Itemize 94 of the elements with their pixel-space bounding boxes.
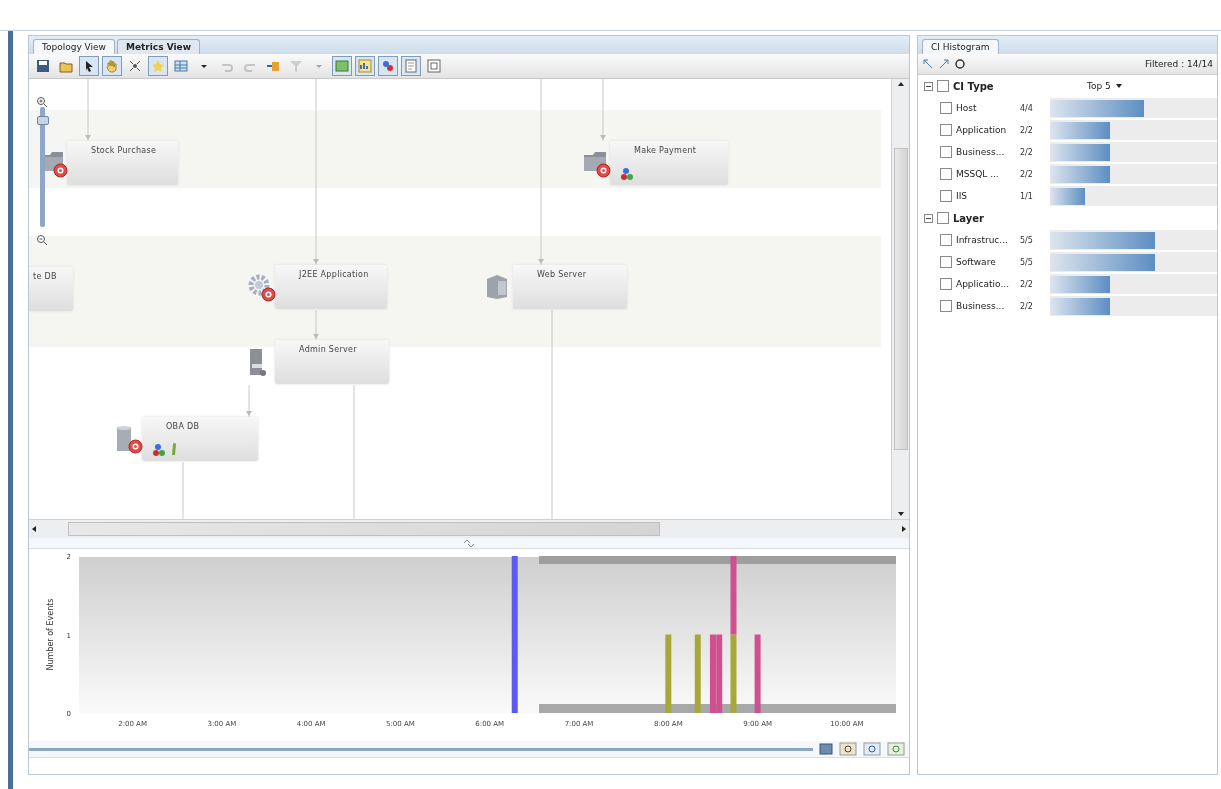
calendar-icon[interactable] — [819, 743, 833, 755]
collapse-icon[interactable] — [924, 213, 933, 223]
node-label: J2EE Application — [299, 270, 369, 279]
toolbar-button[interactable] — [79, 56, 99, 76]
expand-icon[interactable] — [922, 58, 934, 70]
node-label: Make Payment — [634, 146, 697, 155]
checkbox[interactable] — [940, 102, 952, 114]
users-icon — [620, 167, 634, 180]
checkbox[interactable] — [940, 256, 952, 268]
alert-icon — [53, 163, 68, 178]
node-label: Stock Purchase — [91, 146, 157, 155]
checkbox[interactable] — [940, 234, 952, 246]
node-card[interactable] — [513, 265, 627, 309]
checkbox[interactable] — [940, 124, 952, 136]
server-icon — [485, 273, 509, 299]
folder-icon — [59, 59, 73, 73]
group-title: CI Type — [953, 80, 995, 92]
item-label: Applicatio... — [956, 279, 1010, 289]
histogram-tab[interactable]: CI Histogram — [922, 39, 999, 54]
item-count: 2/2 — [1020, 301, 1034, 311]
collapse-icon[interactable] — [938, 58, 950, 70]
caret-icon[interactable] — [1114, 83, 1123, 89]
view-tab[interactable]: Topology View — [33, 39, 115, 54]
y-axis-label: Number of Events — [46, 598, 55, 671]
node-card[interactable] — [142, 417, 258, 461]
alert-icon — [596, 163, 611, 178]
checkbox[interactable] — [937, 80, 949, 92]
star-icon — [151, 59, 165, 73]
note-icon — [404, 59, 418, 73]
item-count: 4/4 — [1020, 103, 1034, 113]
alert-icon — [261, 287, 276, 302]
map-icon — [335, 59, 349, 73]
connector-line — [179, 462, 187, 519]
node-card[interactable] — [610, 141, 728, 185]
database-icon — [114, 425, 134, 453]
connector-line — [312, 310, 320, 340]
collapse-handle-icon[interactable] — [462, 539, 476, 547]
chart-icon — [358, 59, 372, 73]
checkbox[interactable] — [940, 146, 952, 158]
node-card[interactable] — [275, 340, 389, 384]
node-label: OBA DB — [166, 422, 200, 431]
item-label: IIS — [956, 191, 969, 201]
group-title: Layer — [953, 212, 986, 224]
node-label: Web Server — [537, 270, 587, 279]
vertical-scrollbar[interactable] — [891, 79, 909, 519]
filtered-count: Filtered : 14/14 — [1144, 59, 1213, 69]
refresh-icon[interactable] — [954, 58, 966, 70]
slider-thumb[interactable] — [37, 115, 49, 125]
item-count: 1/1 — [1020, 191, 1034, 201]
item-label: Business... — [956, 301, 1006, 311]
item-label: Software — [956, 257, 997, 267]
item-label: Infrastruc... — [956, 235, 1009, 245]
item-count: 5/5 — [1020, 257, 1034, 267]
filter-icon — [289, 59, 303, 73]
horizontal-scrollbar[interactable] — [29, 519, 909, 538]
zoom-in-icon[interactable] — [863, 742, 881, 756]
pencil-icon — [170, 442, 178, 456]
export-icon — [266, 59, 280, 73]
alert-icon — [128, 439, 143, 454]
server-icon — [247, 348, 267, 378]
node-card[interactable] — [275, 265, 387, 309]
frame-icon — [427, 59, 441, 73]
connector-line — [245, 385, 253, 417]
node-label: te DB — [33, 272, 57, 281]
checkbox[interactable] — [940, 168, 952, 180]
checkbox[interactable] — [940, 300, 952, 312]
item-count: 5/5 — [1020, 235, 1034, 245]
top-dropdown[interactable]: Top 5 — [1087, 81, 1111, 91]
hand-icon — [105, 59, 119, 73]
users-icon — [152, 443, 166, 456]
item-label: Application — [956, 125, 1008, 135]
item-label: Business... — [956, 147, 1006, 157]
node-card[interactable] — [67, 141, 178, 185]
item-label: MSSQL ... — [956, 169, 1000, 179]
fit-icon — [128, 59, 142, 73]
checkbox[interactable] — [937, 212, 949, 224]
item-count: 2/2 — [1020, 125, 1034, 135]
item-count: 2/2 — [1020, 147, 1034, 157]
collapse-icon[interactable] — [924, 81, 933, 91]
item-label: Host — [956, 103, 978, 113]
save-icon — [36, 59, 50, 73]
table-icon — [174, 59, 188, 73]
node-label: Admin Server — [299, 345, 357, 354]
node-card[interactable] — [29, 267, 73, 311]
users-icon — [381, 59, 395, 73]
zoom-out-icon[interactable] — [887, 742, 905, 756]
checkbox[interactable] — [940, 278, 952, 290]
zoom-out-icon[interactable] — [36, 234, 48, 246]
zoom-in-icon[interactable] — [36, 96, 48, 108]
checkbox[interactable] — [940, 190, 952, 202]
item-count: 2/2 — [1020, 169, 1034, 179]
zoom-icon[interactable] — [839, 742, 857, 756]
item-count: 2/2 — [1020, 279, 1034, 289]
view-tab[interactable]: Metrics View — [116, 39, 200, 54]
